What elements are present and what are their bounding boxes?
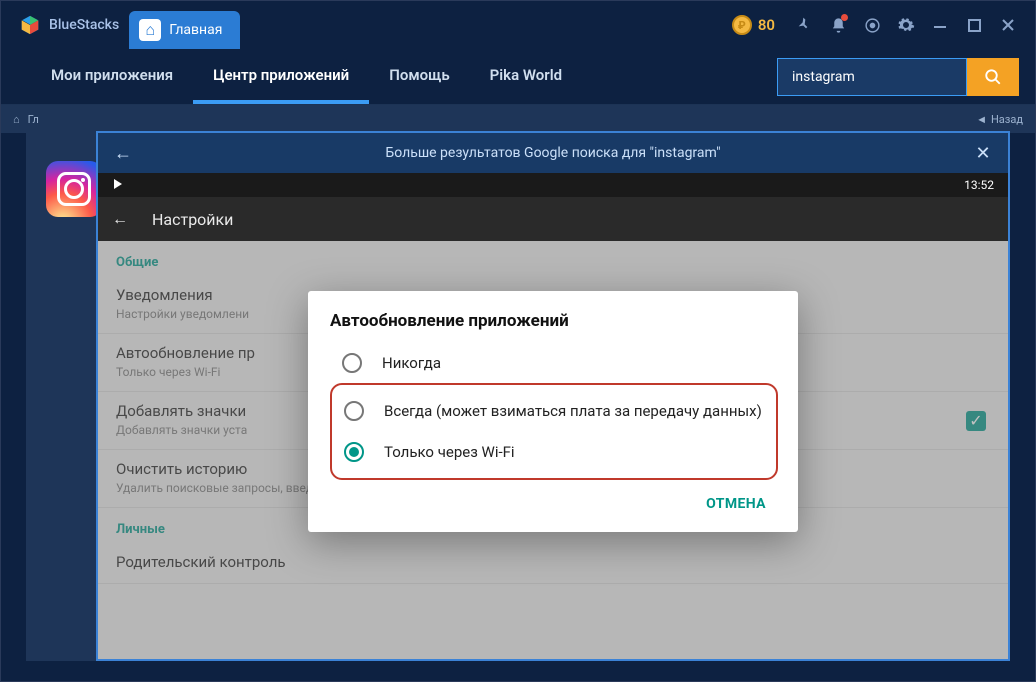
tab-home[interactable]: ⌂ Главная xyxy=(129,11,240,49)
panel-title: Больше результатов Google поиска для "in… xyxy=(138,145,968,161)
play-store-icon xyxy=(112,178,124,193)
titlebar: BlueStacks ⌂ Главная ₽ 80 xyxy=(1,1,1035,49)
search-results-panel: ← Больше результатов Google поиска для "… xyxy=(96,131,1010,661)
settings-title: Настройки xyxy=(152,210,233,229)
pin-icon[interactable] xyxy=(787,8,821,42)
gear-icon[interactable] xyxy=(889,8,923,42)
back-arrow-icon: ◄ xyxy=(976,113,987,126)
nav-pika-world[interactable]: Pika World xyxy=(470,49,582,104)
panel-back-icon[interactable]: ← xyxy=(108,143,138,164)
content-area: ← Больше результатов Google поиска для "… xyxy=(26,131,1010,661)
coins-display[interactable]: ₽ 80 xyxy=(732,15,775,35)
nav-help[interactable]: Помощь xyxy=(369,49,469,104)
main-nav: Мои приложения Центр приложений Помощь P… xyxy=(1,49,1035,105)
dialog-actions: ОТМЕНА xyxy=(330,480,778,526)
breadcrumb-back[interactable]: ◄ Назад xyxy=(976,113,1023,126)
breadcrumb-home-icon[interactable]: ⌂ xyxy=(13,113,20,126)
settings-header: ← Настройки xyxy=(98,197,1008,241)
radio-option-wifi-only[interactable]: Только через Wi-Fi xyxy=(338,432,770,472)
bluestacks-logo-icon xyxy=(19,14,41,36)
radio-option-never[interactable]: Никогда xyxy=(330,345,778,385)
panel-close-icon[interactable]: ✕ xyxy=(968,143,998,164)
bell-icon[interactable] xyxy=(821,8,855,42)
logo-text: BlueStacks xyxy=(49,17,119,33)
status-time: 13:52 xyxy=(964,178,994,192)
coin-icon: ₽ xyxy=(732,15,752,35)
panel-header: ← Больше результатов Google поиска для "… xyxy=(98,133,1008,173)
auto-update-dialog: Автообновление приложений Никогда Всегда… xyxy=(308,291,798,532)
close-button[interactable] xyxy=(991,8,1025,42)
breadcrumb-first[interactable]: Гл xyxy=(28,113,39,126)
android-status-bar: 13:52 xyxy=(98,173,1008,197)
search-button[interactable] xyxy=(967,58,1019,96)
minimize-button[interactable] xyxy=(923,8,957,42)
highlighted-options: Всегда (может взиматься плата за передач… xyxy=(330,383,778,480)
search-bar xyxy=(777,58,1019,96)
nav-my-apps[interactable]: Мои приложения xyxy=(31,49,193,104)
radio-button-selected[interactable] xyxy=(344,442,364,462)
nav-app-center[interactable]: Центр приложений xyxy=(193,49,369,104)
maximize-button[interactable] xyxy=(957,8,991,42)
app-window: BlueStacks ⌂ Главная ₽ 80 Мои приложения… xyxy=(0,0,1036,682)
radio-button[interactable] xyxy=(344,401,364,421)
settings-back-icon[interactable]: ← xyxy=(112,209,128,229)
dialog-cancel-button[interactable]: ОТМЕНА xyxy=(698,490,774,518)
dialog-scrim[interactable]: Автообновление приложений Никогда Всегда… xyxy=(98,241,1008,659)
breadcrumb: ⌂ Гл ◄ Назад xyxy=(1,105,1035,133)
dialog-title: Автообновление приложений xyxy=(330,311,778,331)
radio-button[interactable] xyxy=(342,353,362,373)
account-icon[interactable] xyxy=(855,8,889,42)
radio-option-always[interactable]: Всегда (может взиматься плата за передач… xyxy=(338,391,770,431)
instagram-app-icon[interactable] xyxy=(46,161,102,217)
settings-body: Общие Уведомления Настройки уведомлени А… xyxy=(98,241,1008,659)
home-icon: ⌂ xyxy=(139,19,161,41)
search-input[interactable] xyxy=(777,58,967,96)
